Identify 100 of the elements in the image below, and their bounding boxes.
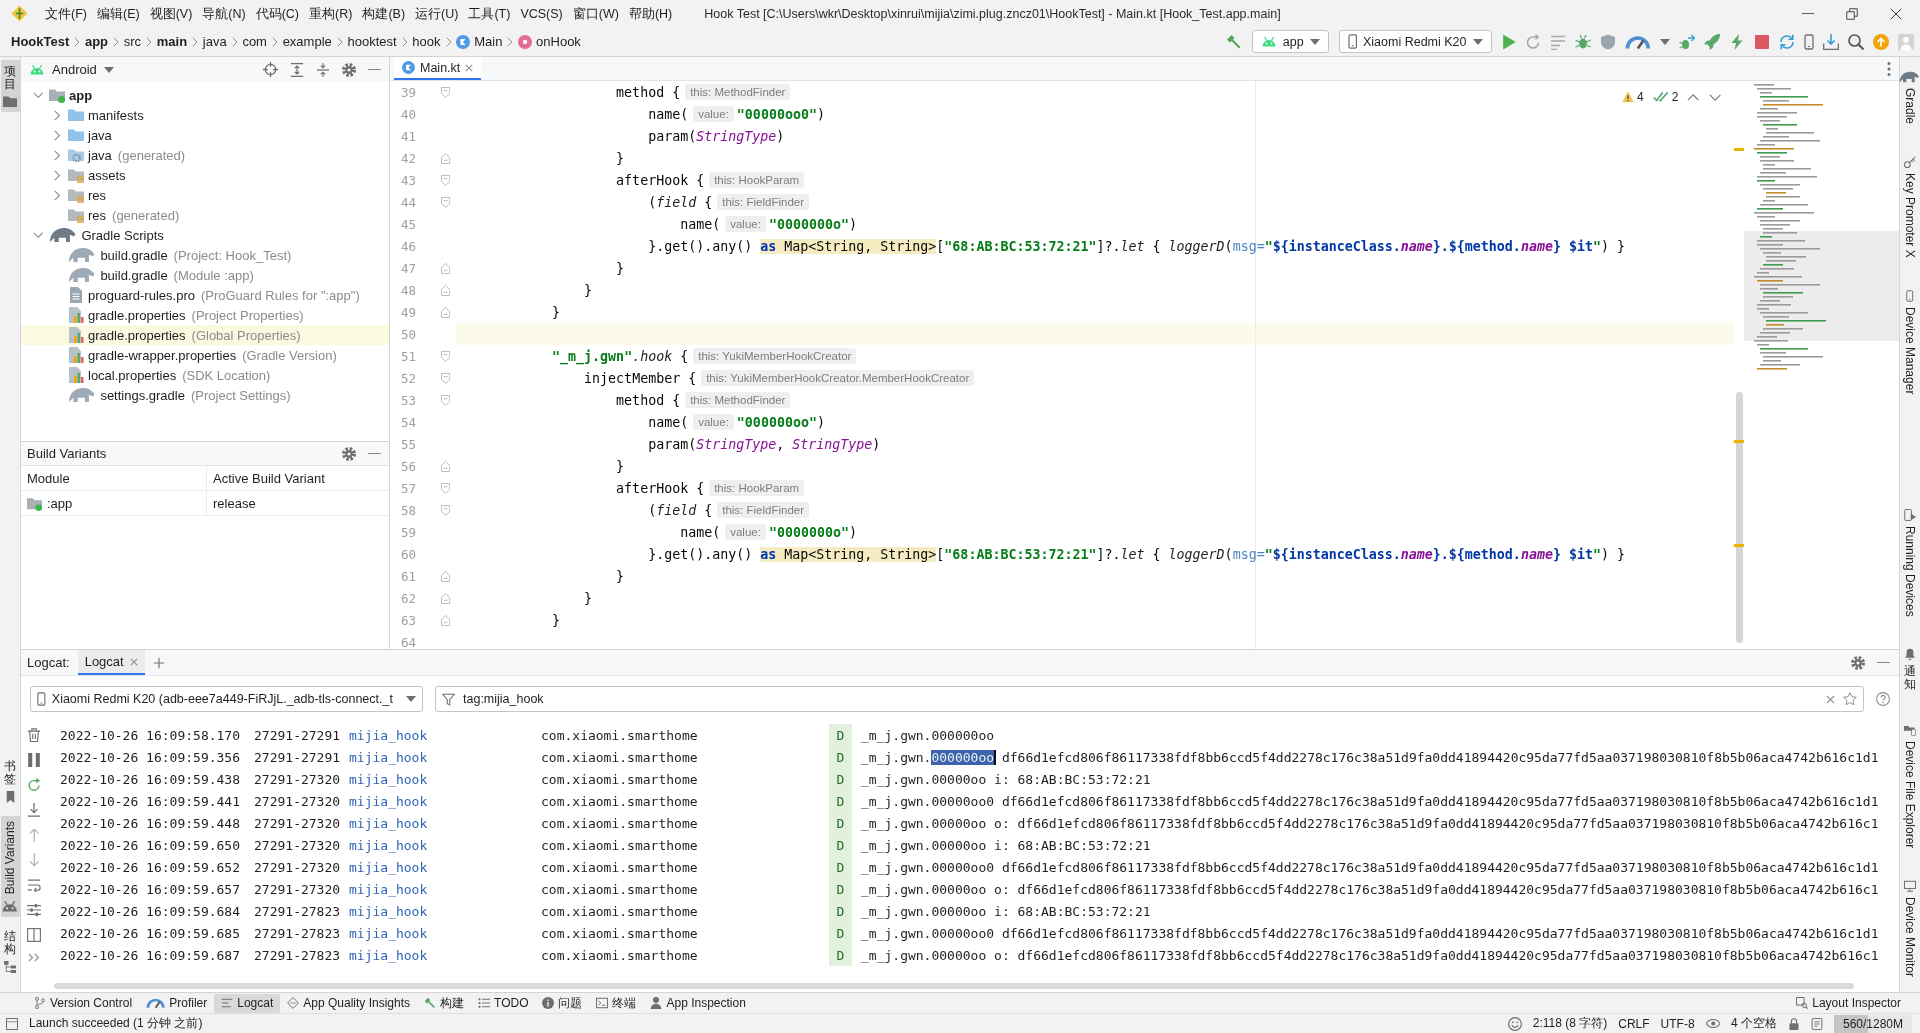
help-icon[interactable] (1876, 692, 1890, 706)
tool-window-button[interactable]: Key Promoter X (1900, 151, 1920, 263)
menu-item[interactable]: 运行(U) (410, 3, 464, 24)
fold-marker-icon[interactable] (440, 504, 450, 516)
tree-item[interactable]: gradle-wrapper.properties (Gradle Version) (21, 345, 389, 365)
close-icon[interactable] (1890, 7, 1902, 20)
tree-item[interactable]: settings.gradle (Project Settings) (21, 385, 389, 405)
menu-item[interactable]: 导航(N) (197, 3, 251, 24)
search-icon[interactable] (1848, 33, 1864, 50)
lightning-icon[interactable] (1729, 33, 1745, 50)
weak-warnings-button[interactable]: 2 (1652, 90, 1679, 104)
sync-icon[interactable] (1779, 33, 1795, 50)
tool-window-button[interactable]: App Inspection (643, 993, 753, 1013)
gear-icon[interactable] (1851, 655, 1866, 670)
tool-window-button[interactable]: Build Variants (0, 816, 20, 917)
fold-marker-icon[interactable] (440, 482, 450, 494)
minus-icon[interactable] (1877, 661, 1890, 664)
editor-tab[interactable]: Main.kt (394, 57, 482, 80)
tree-item[interactable]: manifests (21, 105, 389, 125)
tool-window-button[interactable]: 终端 (589, 993, 644, 1013)
trash-icon[interactable] (27, 728, 41, 742)
eye-icon[interactable] (1705, 1019, 1720, 1028)
fold-marker-icon[interactable] (440, 306, 450, 318)
menu-item[interactable]: 帮助(H) (623, 3, 678, 24)
bug-arrow-icon[interactable] (1679, 33, 1695, 50)
fold-marker-icon[interactable] (440, 372, 450, 384)
tool-window-button[interactable]: Logcat (214, 993, 281, 1013)
tree-item[interactable]: gradle.properties (Project Properties) (21, 305, 389, 325)
minimize-icon[interactable] (1802, 12, 1814, 15)
warnings-button[interactable]: 4 (1622, 90, 1644, 104)
arrow-up-icon[interactable] (28, 828, 40, 842)
rocket-icon[interactable] (1704, 33, 1720, 50)
breadcrumb[interactable]: app (84, 34, 109, 49)
tool-window-button[interactable]: Profiler (139, 993, 215, 1013)
fold-marker-icon[interactable] (440, 262, 450, 274)
menu-item[interactable]: VCS(S) (515, 3, 568, 24)
logcat-tab[interactable]: Logcat (77, 650, 145, 675)
tree-item[interactable]: app (21, 85, 389, 105)
more-icon[interactable] (1887, 61, 1891, 76)
chevron-right-icon[interactable] (53, 109, 61, 121)
fold-marker-icon[interactable] (440, 196, 450, 208)
plus-icon[interactable] (152, 656, 165, 669)
lock-icon[interactable] (1788, 1017, 1800, 1030)
fold-marker-icon[interactable] (440, 284, 450, 296)
tree-item[interactable]: res (generated) (21, 205, 389, 225)
tool-window-button[interactable]: 通知 (1900, 643, 1920, 697)
device-dropdown[interactable]: Xiaomi Redmi K20 (1338, 30, 1492, 53)
restart-icon[interactable] (27, 778, 41, 792)
play-icon[interactable] (1501, 33, 1517, 50)
star-icon[interactable] (1843, 692, 1857, 706)
breadcrumb[interactable]: java (202, 34, 227, 49)
tool-window-button[interactable]: Layout Inspector (1789, 993, 1908, 1013)
tool-window-button[interactable]: 项目 (0, 60, 20, 113)
column-header[interactable]: Module (27, 470, 70, 486)
split-icon[interactable] (27, 928, 41, 942)
fold-marker-icon[interactable] (440, 614, 450, 626)
menu-item[interactable]: 文件(F) (40, 3, 92, 24)
window-icon[interactable] (6, 1017, 18, 1030)
tree-item[interactable]: build.gradle (Module :app) (21, 265, 389, 285)
tool-window-button[interactable]: App Quality Insights (280, 993, 417, 1013)
fold-marker-icon[interactable] (440, 460, 450, 472)
sliders-icon[interactable] (27, 903, 41, 917)
double-chevron-icon[interactable] (28, 953, 40, 962)
line-separator[interactable]: CRLF (1618, 1016, 1650, 1031)
breadcrumb[interactable]: hooktest (347, 34, 397, 49)
filter-field[interactable]: tag:mijia_hook (435, 686, 1864, 712)
tree-item[interactable]: local.properties (SDK Location) (21, 365, 389, 385)
chevron-right-icon[interactable] (53, 129, 61, 141)
arrow-down-icon[interactable] (28, 853, 40, 867)
fold-marker-icon[interactable] (440, 86, 450, 98)
pause-icon[interactable] (27, 753, 41, 767)
gear-icon[interactable] (342, 446, 357, 461)
minus-icon[interactable] (368, 452, 381, 455)
tool-window-button[interactable]: 问题 (535, 993, 590, 1013)
menu-item[interactable]: 代码(C) (250, 3, 305, 24)
chevron-right-icon[interactable] (53, 149, 61, 161)
gear-icon[interactable] (342, 62, 357, 77)
arrow-to-line-icon[interactable] (27, 803, 41, 817)
device-dropdown[interactable]: Xiaomi Redmi K20 (adb-eee7a449-FiRJjL._adb-tls-connect._t (30, 686, 423, 712)
chevron-right-icon[interactable] (53, 169, 61, 181)
breadcrumb[interactable]: HookTest (11, 34, 70, 49)
chevron-down-icon[interactable] (32, 92, 44, 98)
breadcrumb[interactable]: Main (456, 34, 503, 49)
tree-item[interactable]: java (generated) (21, 145, 389, 165)
fold-marker-icon[interactable] (440, 152, 450, 164)
tool-window-button[interactable]: 结构 (0, 924, 20, 978)
restore-icon[interactable] (1846, 7, 1858, 20)
rerun-icon[interactable] (1525, 33, 1542, 50)
tool-window-button[interactable]: Device Monitor (1900, 874, 1920, 982)
file-encoding[interactable]: UTF-8 (1660, 1016, 1695, 1031)
menu-item[interactable]: 窗口(W) (567, 3, 624, 24)
column-header[interactable]: Active Build Variant (213, 470, 325, 486)
arrows-apart-icon[interactable] (290, 62, 305, 77)
tree-item[interactable]: gradle.properties (Global Properties) (21, 325, 389, 345)
tool-window-button[interactable]: Device Manager (1900, 284, 1920, 400)
tool-window-button[interactable]: Gradle (1900, 66, 1920, 130)
lines-icon[interactable] (1550, 33, 1567, 50)
chevron-down-icon[interactable] (32, 232, 44, 238)
shield-icon[interactable] (1600, 33, 1617, 50)
menu-item[interactable]: 编辑(E) (91, 3, 145, 24)
